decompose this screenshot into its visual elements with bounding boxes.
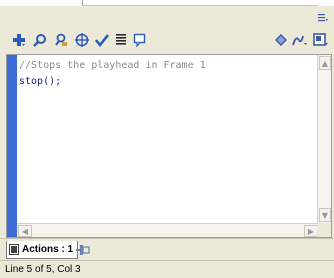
- find-icon[interactable]: [31, 31, 49, 49]
- insert-target-path-icon[interactable]: [73, 31, 91, 49]
- find-replace-icon[interactable]: [52, 31, 70, 49]
- actions-frame-icon: [9, 244, 19, 255]
- debug-options-icon[interactable]: [272, 31, 290, 49]
- scroll-down-button[interactable]: ▼: [319, 208, 331, 222]
- options-menu-icon[interactable]: [318, 13, 328, 23]
- add-statement-icon[interactable]: [10, 31, 28, 49]
- vertical-scrollbar[interactable]: ▲ ▼: [317, 55, 331, 223]
- scroll-left-button[interactable]: ◀: [18, 225, 32, 237]
- scroll-right-button[interactable]: ▶: [304, 225, 318, 237]
- code-area[interactable]: //Stops the playhead in Frame 1 stop();: [19, 58, 315, 90]
- code-line-stop[interactable]: stop();: [19, 74, 315, 90]
- actions-toolbar: [0, 28, 334, 54]
- check-syntax-icon[interactable]: [93, 31, 111, 49]
- scroll-corner: [317, 223, 331, 237]
- panel-options-bar: [0, 6, 334, 28]
- view-options-icon[interactable]: [312, 31, 330, 49]
- reference-icon[interactable]: [291, 31, 309, 49]
- status-bar: Line 5 of 5, Col 3: [0, 260, 334, 278]
- editor-gutter: [7, 55, 17, 237]
- auto-format-icon[interactable]: [112, 31, 130, 49]
- pin-script-icon[interactable]: [75, 243, 91, 257]
- script-tab-row: Actions : 1: [0, 238, 334, 260]
- show-code-hint-icon[interactable]: [131, 31, 149, 49]
- actions-panel: //Stops the playhead in Frame 1 stop(); …: [0, 0, 334, 278]
- tab-actions-1[interactable]: Actions : 1: [6, 241, 79, 259]
- cursor-position-text: Line 5 of 5, Col 3: [5, 264, 81, 275]
- script-editor[interactable]: //Stops the playhead in Frame 1 stop(); …: [6, 54, 332, 238]
- scroll-up-button[interactable]: ▲: [319, 56, 331, 70]
- code-line-comment[interactable]: //Stops the playhead in Frame 1: [19, 58, 315, 74]
- tab-actions-label: Actions : 1: [22, 244, 74, 255]
- horizontal-scrollbar[interactable]: ◀ ▶: [17, 223, 319, 237]
